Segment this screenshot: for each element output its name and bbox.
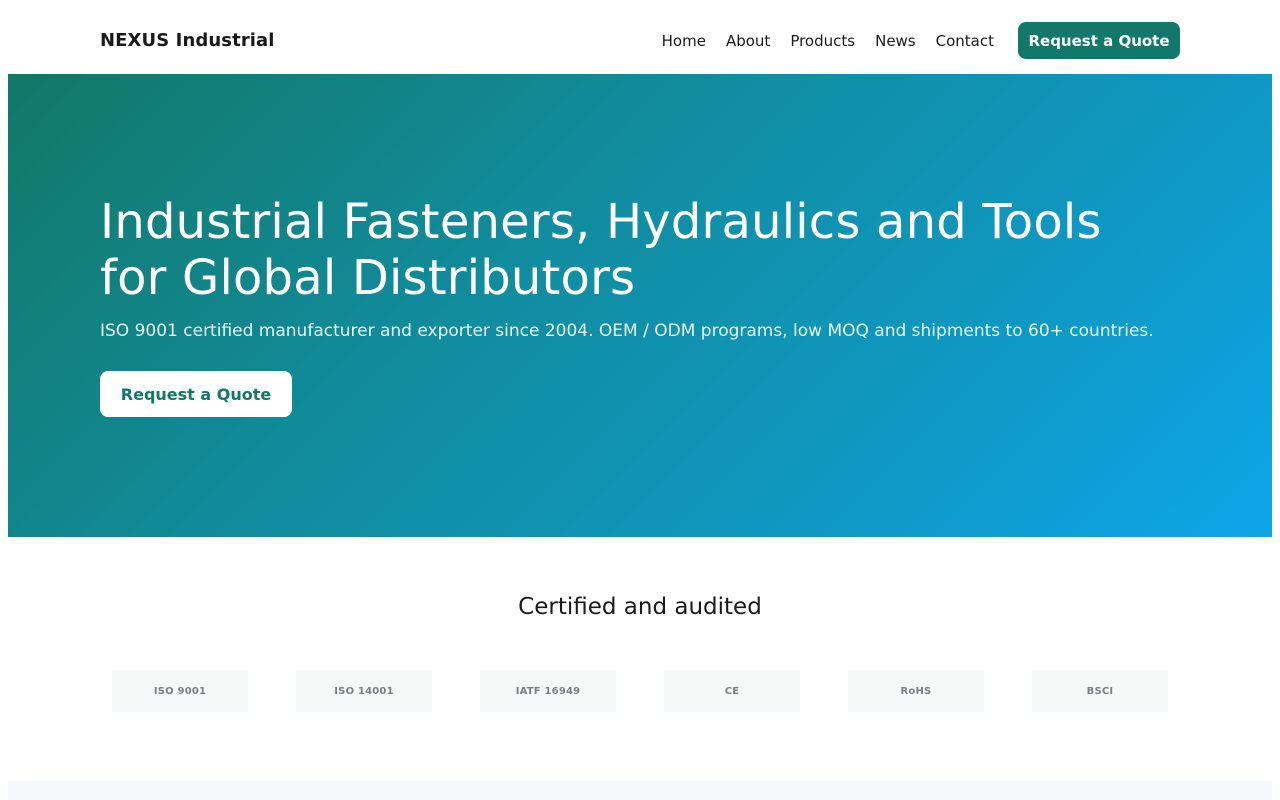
site-header: NEXUS Industrial Home About Products New… (0, 0, 1280, 74)
nav-home-link[interactable]: Home (662, 32, 706, 50)
brand-logo-link[interactable]: NEXUS Industrial (100, 30, 275, 51)
nav-about-link[interactable]: About (726, 32, 770, 50)
cert-badge-iatf-16949: IATF 16949 (480, 670, 616, 712)
nav-contact-link[interactable]: Contact (936, 32, 994, 50)
hero-request-quote-button[interactable]: Request a Quote (100, 371, 292, 417)
certifications-row: ISO 9001 ISO 14001 IATF 16949 CE RoHS BS… (112, 670, 1168, 712)
certifications-heading: Certified and audited (518, 594, 762, 620)
page: NEXUS Industrial Home About Products New… (0, 0, 1280, 800)
hero-title: Industrial Fasteners, Hydraulics and Too… (100, 194, 1102, 306)
cert-badge-iso-9001: ISO 9001 (112, 670, 248, 712)
cert-badge-bsci: BSCI (1032, 670, 1168, 712)
main-nav: Home About Products News Contact Request… (662, 22, 1180, 59)
header-request-quote-button[interactable]: Request a Quote (1018, 22, 1180, 59)
hero-subtitle: ISO 9001 certified manufacturer and expo… (100, 321, 1154, 341)
cert-badge-ce: CE (664, 670, 800, 712)
footer-strip (8, 781, 1272, 800)
cert-badge-rohs: RoHS (848, 670, 984, 712)
hero-section: Industrial Fasteners, Hydraulics and Too… (8, 74, 1272, 537)
nav-news-link[interactable]: News (875, 32, 916, 50)
cert-badge-iso-14001: ISO 14001 (296, 670, 432, 712)
nav-products-link[interactable]: Products (790, 32, 855, 50)
